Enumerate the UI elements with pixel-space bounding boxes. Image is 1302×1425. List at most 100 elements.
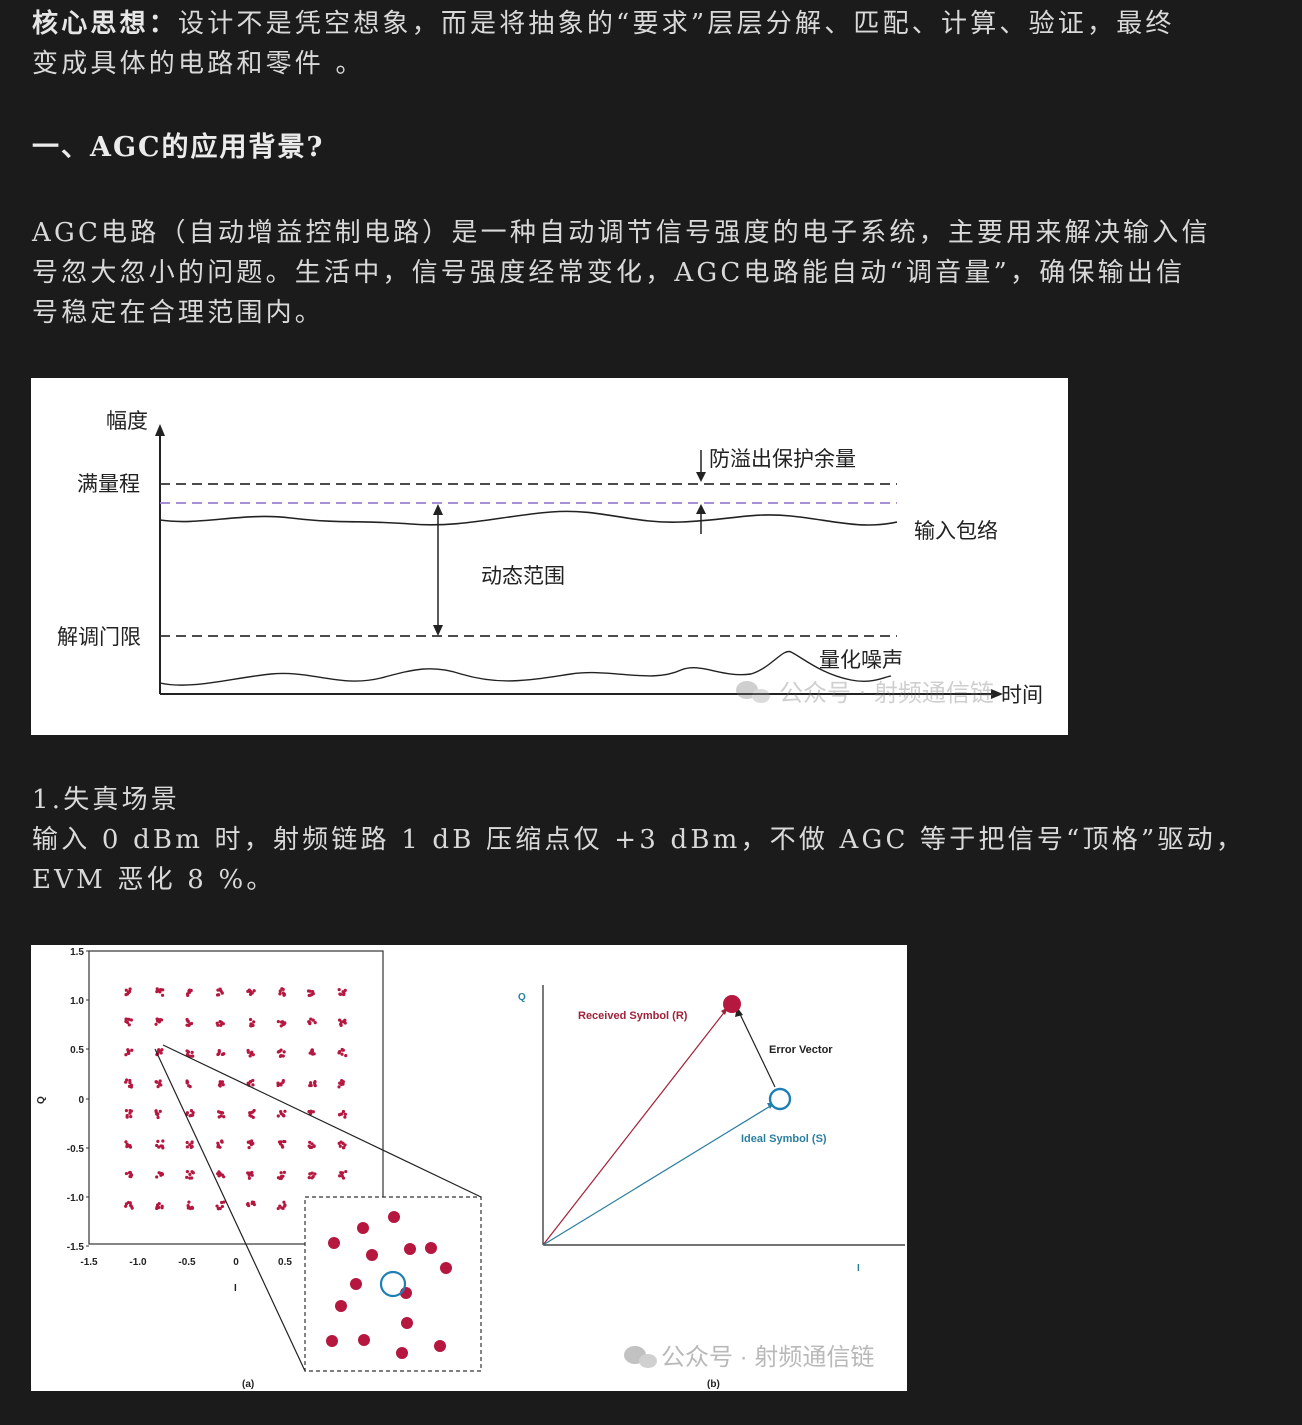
constellation-point bbox=[128, 1080, 132, 1085]
constellation-point bbox=[309, 1081, 313, 1085]
watermark-text: 公众号 · 射频通信链 bbox=[779, 679, 994, 707]
constellation-points bbox=[124, 987, 348, 1211]
constellation-point bbox=[158, 1079, 162, 1083]
constellation-point bbox=[220, 1111, 225, 1115]
constellation-point bbox=[339, 992, 343, 996]
constellation-point bbox=[338, 1081, 342, 1085]
constellation-point bbox=[313, 1021, 317, 1025]
scenario-paragraph: 1.失真场景 输入 0 dBm 时，射频链路 1 dB 压缩点仅 +3 dBm，… bbox=[32, 780, 1277, 900]
y-tick-label: -1.5 bbox=[67, 1242, 85, 1253]
demod-threshold-label: 解调门限 bbox=[57, 625, 141, 649]
evm-figure: 1.5 1.0 0.5 0 -0.5 -1.0 -1.5 -1.5 -1.0 -0.5 0 0.5 … bbox=[31, 945, 907, 1391]
constellation-point bbox=[247, 1176, 252, 1180]
zoom-point bbox=[396, 1347, 408, 1359]
constellation-point bbox=[344, 1054, 348, 1058]
constellation-point bbox=[128, 987, 132, 991]
constellation-point bbox=[276, 1019, 280, 1024]
constellation-point bbox=[157, 1082, 162, 1086]
constellation-point bbox=[249, 1110, 254, 1115]
constellation-point bbox=[161, 1146, 165, 1150]
constellation-x-label: I bbox=[234, 1283, 237, 1294]
zoom-point bbox=[326, 1335, 338, 1347]
constellation-point bbox=[189, 1109, 194, 1113]
y-tick-label: -1.0 bbox=[67, 1193, 85, 1204]
constellation-point bbox=[154, 1109, 158, 1113]
headroom-label: 防溢出保护余量 bbox=[709, 447, 856, 471]
vector-y-label: Q bbox=[518, 992, 526, 1003]
constellation-point bbox=[216, 1141, 220, 1145]
constellation-point bbox=[337, 1018, 342, 1022]
constellation-point bbox=[279, 1171, 283, 1175]
received-symbol-label: Received Symbol (R) bbox=[578, 1010, 688, 1022]
x-tick-label: 0.5 bbox=[278, 1257, 292, 1268]
x-tick-label: -1.0 bbox=[129, 1257, 147, 1268]
x-tick-label: -1.5 bbox=[80, 1257, 98, 1268]
constellation-point bbox=[185, 1170, 189, 1174]
constellation-point bbox=[187, 989, 191, 993]
constellation-point bbox=[186, 1203, 190, 1208]
constellation-point bbox=[306, 989, 311, 993]
zoom-point bbox=[434, 1340, 446, 1352]
constellation-point bbox=[188, 1143, 192, 1147]
constellation-point bbox=[127, 1144, 132, 1148]
constellation-point bbox=[278, 992, 282, 996]
constellation-point bbox=[313, 1172, 317, 1176]
received-symbol bbox=[723, 995, 741, 1013]
constellation-point bbox=[280, 1143, 284, 1148]
constellation-point bbox=[129, 1203, 133, 1208]
constellation-point bbox=[338, 1144, 342, 1148]
zoom-point bbox=[357, 1222, 369, 1234]
agc-dynamic-range-figure: 幅度 时间 满量程 防溢出保护余量 输入包络 动态范围 解调门限 量化噪声 公众… bbox=[31, 378, 1068, 735]
panel-b-label: (b) bbox=[707, 1379, 720, 1390]
y-tick-label: 0.5 bbox=[70, 1045, 84, 1056]
constellation-point bbox=[340, 1052, 344, 1056]
constellation-point bbox=[308, 1172, 312, 1176]
intro-paragraph: AGC电路（自动增益控制电路）是一种自动调节信号强度的电子系统，主要用来解决输入… bbox=[32, 213, 1277, 333]
intro-line3: 号稳定在合理范围内。 bbox=[32, 298, 325, 328]
constellation-point bbox=[311, 1110, 315, 1114]
zoom-line-left bbox=[154, 1048, 306, 1372]
constellation-point bbox=[276, 1176, 281, 1180]
constellation-point bbox=[126, 1049, 130, 1053]
constellation-point bbox=[130, 1048, 134, 1052]
constellation-point bbox=[283, 1109, 287, 1113]
constellation-point bbox=[154, 1080, 158, 1084]
constellation-point bbox=[189, 1021, 194, 1026]
constellation-point bbox=[219, 1081, 223, 1085]
constellation-point bbox=[155, 1143, 159, 1148]
constellation-point bbox=[278, 989, 282, 993]
constellation-point bbox=[279, 1020, 284, 1024]
constellation-point bbox=[220, 1204, 224, 1209]
y-tick-label: 0 bbox=[78, 1095, 84, 1106]
constellation-point bbox=[250, 1170, 254, 1175]
core-idea-label: 核心思想： bbox=[32, 9, 179, 39]
constellation-point bbox=[220, 1200, 224, 1205]
constellation-point bbox=[130, 1206, 134, 1210]
constellation-point bbox=[185, 1111, 190, 1115]
constellation-point bbox=[158, 990, 162, 994]
constellation-point bbox=[250, 1139, 254, 1143]
constellation-point bbox=[252, 989, 256, 993]
constellation-point bbox=[308, 1022, 312, 1026]
constellation-point bbox=[124, 1171, 129, 1176]
constellation-point bbox=[278, 1054, 283, 1058]
quant-noise-label: 量化噪声 bbox=[819, 648, 903, 672]
input-envelope-label: 输入包络 bbox=[914, 519, 998, 543]
constellation-point bbox=[125, 1113, 129, 1118]
constellation-point bbox=[341, 1171, 345, 1175]
constellation-point bbox=[246, 1048, 250, 1053]
zoom-point bbox=[388, 1211, 400, 1223]
constellation-point bbox=[155, 990, 159, 994]
constellation-point bbox=[161, 988, 165, 992]
constellation-point bbox=[185, 1140, 189, 1145]
constellation-point bbox=[161, 1139, 165, 1143]
constellation-point bbox=[342, 992, 346, 997]
constellation-point bbox=[252, 1202, 256, 1207]
constellation-point bbox=[279, 1083, 283, 1087]
constellation-point bbox=[281, 1078, 285, 1083]
constellation-point bbox=[127, 1084, 132, 1088]
zoom-point bbox=[350, 1278, 362, 1290]
constellation-point bbox=[218, 1084, 222, 1088]
constellation-point bbox=[282, 1022, 286, 1026]
headroom-arrow-down-icon bbox=[696, 472, 706, 482]
